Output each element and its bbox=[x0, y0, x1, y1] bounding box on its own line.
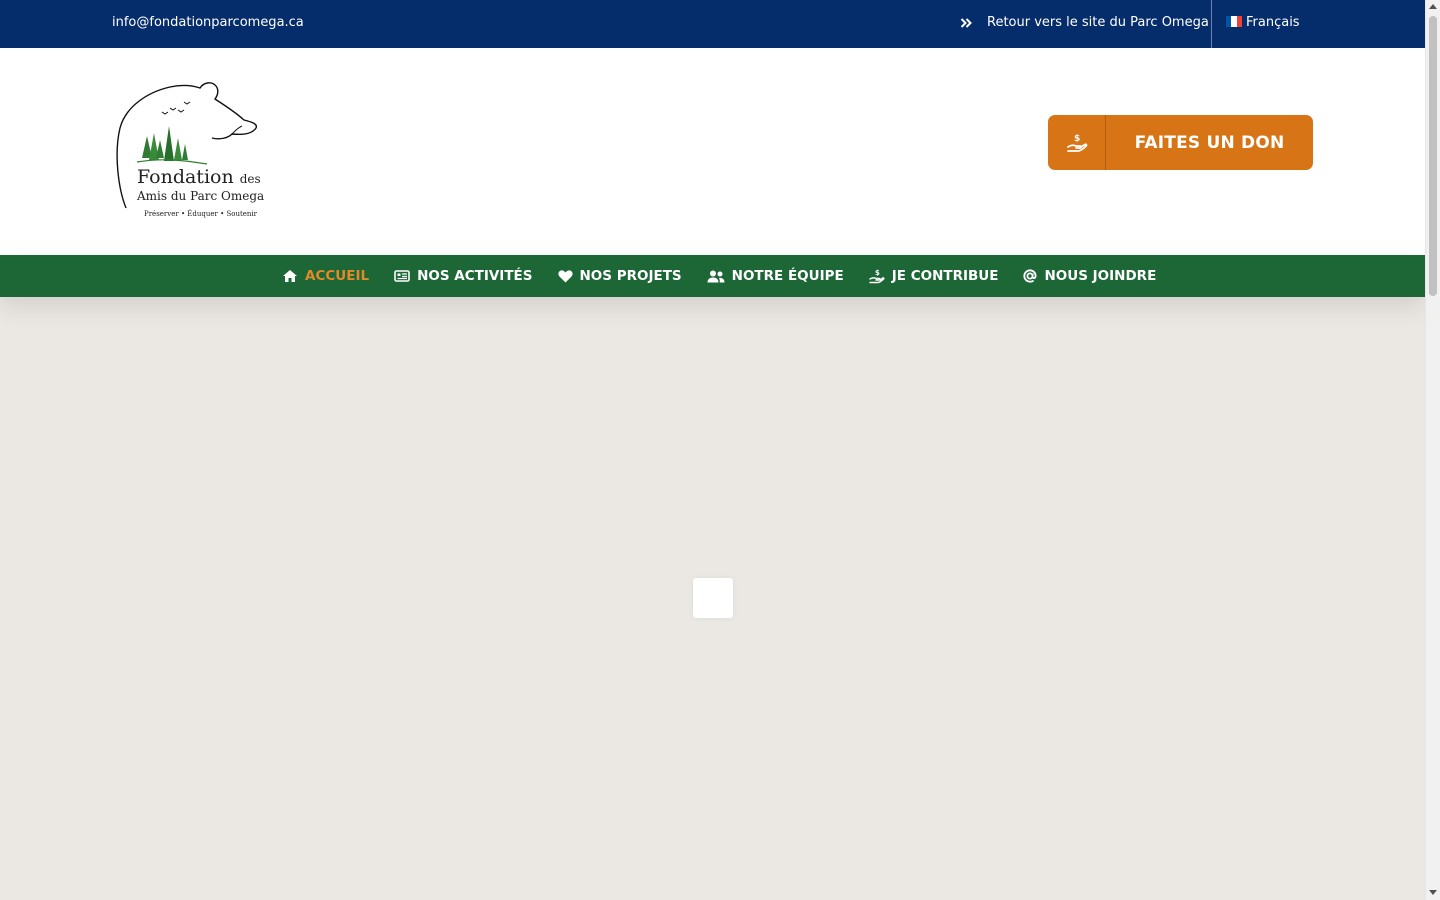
nav-item-je-contribue[interactable]: $ JE CONTRIBUE bbox=[869, 268, 999, 284]
nav-item-accueil[interactable]: ACCUEIL bbox=[282, 268, 369, 284]
donate-button[interactable]: $ FAITES UN DON bbox=[1048, 115, 1313, 170]
nav-label: NOS PROJETS bbox=[579, 268, 682, 284]
double-chevron-right-icon bbox=[960, 17, 972, 28]
nav-label: NOTRE ÉQUIPE bbox=[731, 268, 844, 284]
heart-icon bbox=[557, 269, 573, 282]
nav-label: NOUS JOINDRE bbox=[1044, 268, 1157, 284]
logo-subtitle: Amis du Parc Omega bbox=[137, 189, 265, 203]
language-switcher[interactable]: Français bbox=[1226, 15, 1300, 30]
nav-label: NOS ACTIVITÉS bbox=[417, 268, 533, 284]
french-flag-icon bbox=[1226, 16, 1242, 27]
back-to-park-link[interactable]: Retour vers le site du Parc Omega bbox=[960, 15, 1209, 30]
scrollbar-thumb[interactable] bbox=[1429, 16, 1437, 296]
nav-item-nous-joindre[interactable]: NOUS JOINDRE bbox=[1023, 268, 1156, 284]
page-viewport: info@fondationparcomega.ca Retour vers l… bbox=[0, 0, 1425, 900]
donate-icon-box: $ bbox=[1048, 115, 1106, 170]
hand-holding-dollar-icon: $ bbox=[1066, 134, 1087, 152]
nav-label: ACCUEIL bbox=[305, 268, 370, 284]
top-bar: info@fondationparcomega.ca Retour vers l… bbox=[0, 0, 1425, 48]
users-icon bbox=[707, 270, 725, 282]
nav-item-nos-projets[interactable]: NOS PROJETS bbox=[557, 268, 682, 284]
donate-label: FAITES UN DON bbox=[1134, 132, 1285, 153]
home-icon bbox=[283, 270, 297, 282]
hand-holding-dollar-icon: $ bbox=[869, 269, 885, 284]
site-header: Fondation des Amis du Parc Omega Préserv… bbox=[0, 48, 1425, 255]
logo-title: Fondation des bbox=[137, 166, 261, 188]
scroll-up-arrow-icon[interactable] bbox=[1429, 4, 1437, 9]
language-label: Français bbox=[1246, 15, 1300, 30]
newspaper-icon bbox=[394, 270, 410, 282]
back-link-label: Retour vers le site du Parc Omega bbox=[987, 15, 1209, 30]
bear-trees-logo-icon bbox=[116, 82, 258, 209]
site-logo[interactable]: Fondation des Amis du Parc Omega Préserv… bbox=[112, 78, 265, 228]
nav-item-nos-activites[interactable]: NOS ACTIVITÉS bbox=[394, 268, 533, 284]
at-icon bbox=[1023, 269, 1037, 283]
nav-label: JE CONTRIBUE bbox=[891, 268, 999, 284]
vertical-scrollbar[interactable] bbox=[1425, 0, 1440, 900]
topbar-divider bbox=[1211, 0, 1212, 48]
logo-tagline: Préserver • Éduquer • Soutenir bbox=[144, 210, 258, 218]
nav-item-notre-equipe[interactable]: NOTRE ÉQUIPE bbox=[707, 268, 844, 284]
scroll-down-arrow-icon[interactable] bbox=[1429, 890, 1437, 895]
loading-spinner bbox=[693, 578, 733, 618]
email-link[interactable]: info@fondationparcomega.ca bbox=[112, 15, 304, 30]
main-navigation: ACCUEIL NOS ACTIVITÉS NOS PROJETS NOTRE … bbox=[0, 255, 1425, 297]
svg-text:$: $ bbox=[1074, 134, 1080, 144]
svg-text:$: $ bbox=[875, 269, 880, 277]
